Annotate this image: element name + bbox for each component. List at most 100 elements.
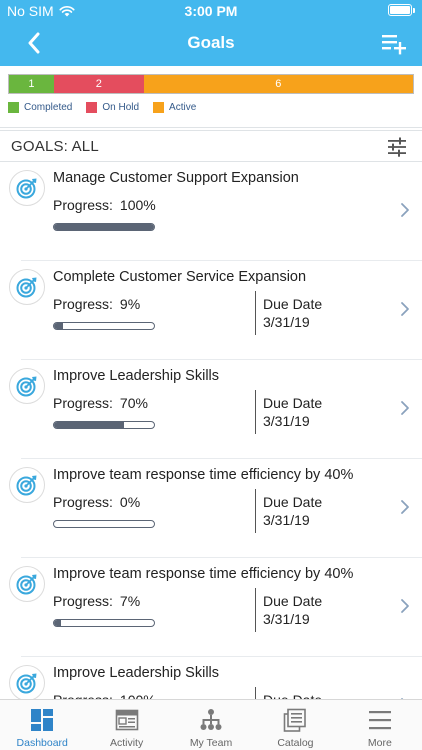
goal-title: Improve Leadership Skills	[53, 665, 220, 681]
goal-list-item[interactable]: Manage Customer Support Expansion Progres…	[0, 162, 422, 261]
progress-label: Progress:	[53, 692, 113, 699]
progress-bar-fill	[54, 224, 154, 230]
goal-status-summary: 126 Completed On Hold Active	[0, 66, 422, 128]
progress-bar	[53, 421, 155, 429]
goal-title: Improve team response time efficiency by…	[53, 467, 354, 483]
filter-label: GOALS: ALL	[11, 138, 99, 155]
status-segment: 1	[9, 75, 54, 93]
goal-list-item[interactable]: Improve team response time efficiency by…	[0, 558, 422, 657]
goal-progress: Progress: 70%	[53, 395, 148, 411]
due-date-value: 3/31/19	[263, 512, 310, 528]
tab-catalog[interactable]: Catalog	[253, 700, 337, 750]
back-button[interactable]	[20, 28, 48, 58]
list-add-icon	[382, 35, 406, 55]
goal-target-icon	[16, 178, 37, 199]
column-divider	[255, 588, 256, 632]
due-date-label: Due Date	[263, 494, 323, 510]
goal-list-item[interactable]: Improve Leadership Skills Progress: 100% Du…	[0, 657, 422, 699]
goal-target-icon	[16, 673, 37, 694]
goal-target-icon	[16, 475, 37, 496]
goal-list-item[interactable]: Improve team response time efficiency by…	[0, 459, 422, 558]
legend-item: Active	[153, 102, 196, 113]
legend-item: On Hold	[86, 102, 139, 113]
progress-value: 100%	[120, 692, 156, 699]
status-segment: 2	[53, 75, 144, 93]
tab-more[interactable]: More	[338, 700, 422, 750]
chevron-right-icon	[401, 203, 409, 217]
goal-icon-badge	[9, 467, 45, 503]
status-segment: 6	[143, 75, 413, 93]
progress-value: 70%	[119, 395, 148, 411]
legend-item: Completed	[8, 102, 72, 113]
tab-activity[interactable]: Activity	[84, 700, 168, 750]
goal-icon-badge	[9, 269, 45, 305]
goal-progress: Progress: 100%	[53, 197, 156, 213]
progress-bar-fill	[54, 323, 63, 329]
tab-bar: Dashboard Activity My Team Catalog More	[0, 699, 422, 750]
activity-icon	[115, 709, 138, 731]
tab-label: More	[367, 737, 392, 749]
goals-list[interactable]: Manage Customer Support Expansion Progres…	[0, 162, 422, 699]
tab-label: Activity	[109, 737, 144, 749]
chevron-left-icon	[28, 32, 40, 54]
goal-list-item[interactable]: Improve Leadership Skills Progress: 70% Due…	[0, 360, 422, 459]
status-legend: Completed On Hold Active	[8, 102, 196, 113]
goal-title: Improve Leadership Skills	[53, 368, 220, 384]
add-goal-button[interactable]	[380, 30, 408, 56]
goal-list-item[interactable]: Complete Customer Service Expansion Progr…	[0, 261, 422, 360]
due-date-label: Due Date	[263, 692, 322, 699]
legend-swatch	[8, 102, 19, 113]
progress-bar	[53, 619, 155, 627]
dashboard-icon	[31, 709, 54, 731]
tab-label: My Team	[189, 737, 233, 749]
column-divider	[255, 489, 256, 533]
goal-progress: Progress: 7%	[53, 593, 140, 609]
page-title: Goals	[187, 33, 235, 52]
tab-label: Dashboard	[16, 737, 68, 749]
my-team-icon	[200, 709, 222, 730]
nav-header: No SIM 3:00 PM Goals	[0, 0, 422, 66]
due-date-label: Due Date	[263, 593, 323, 609]
legend-label: Active	[169, 102, 197, 113]
progress-bar	[53, 322, 155, 330]
progress-label: Progress:	[53, 494, 113, 510]
tab-dashboard[interactable]: Dashboard	[0, 700, 84, 750]
tab-label: Catalog	[277, 737, 314, 749]
column-divider	[255, 687, 256, 699]
progress-label: Progress:	[53, 296, 113, 312]
progress-label: Progress:	[53, 395, 113, 411]
goal-title: Manage Customer Support Expansion	[53, 170, 299, 186]
goals-filter-bar: GOALS: ALL	[0, 130, 422, 162]
legend-swatch	[153, 102, 165, 113]
goal-title: Complete Customer Service Expansion	[53, 269, 307, 285]
chevron-right-icon	[401, 302, 409, 316]
clock: 3:00 PM	[184, 3, 238, 19]
progress-value: 7%	[119, 593, 141, 609]
goal-progress: Progress: 100%	[53, 692, 156, 699]
goal-target-icon	[16, 574, 37, 595]
progress-value: 0%	[119, 494, 141, 510]
status-distribution-bar: 126	[8, 74, 414, 94]
due-date-value: 3/31/19	[263, 611, 310, 627]
goal-icon-badge	[9, 170, 45, 206]
progress-bar-fill	[54, 620, 61, 626]
more-icon	[368, 711, 391, 730]
progress-value: 9%	[119, 296, 141, 312]
goal-icon-badge	[9, 368, 45, 404]
progress-bar	[53, 520, 155, 528]
due-date-value: 3/31/19	[263, 413, 310, 429]
progress-bar	[53, 223, 155, 231]
goal-icon-badge	[9, 665, 45, 699]
goal-target-icon	[16, 277, 37, 298]
tab-my-team[interactable]: My Team	[169, 700, 253, 750]
due-date-label: Due Date	[263, 296, 323, 312]
chevron-right-icon	[401, 401, 409, 415]
filter-button[interactable]	[386, 136, 408, 158]
legend-label: On Hold	[102, 102, 140, 113]
battery-icon	[388, 4, 415, 16]
sliders-icon	[388, 137, 406, 157]
legend-swatch	[86, 102, 98, 113]
goal-title: Improve team response time efficiency by…	[53, 566, 354, 582]
chevron-right-icon	[401, 500, 409, 514]
progress-label: Progress:	[53, 593, 113, 609]
